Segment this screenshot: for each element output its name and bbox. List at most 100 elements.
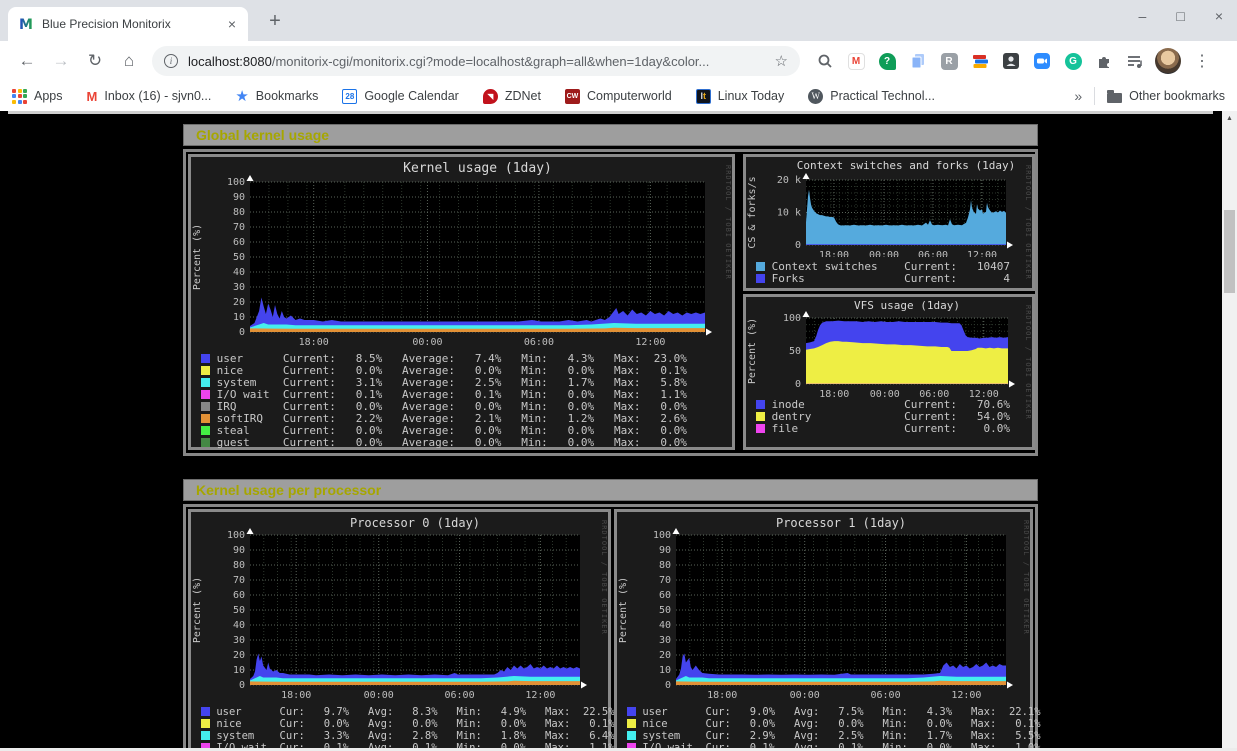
tab-close-icon[interactable]: × bbox=[224, 16, 240, 32]
other-bookmarks-button[interactable]: Other bookmarks bbox=[1107, 89, 1225, 103]
svg-text:06:00: 06:00 bbox=[870, 690, 900, 701]
gmail-extension-icon[interactable]: M bbox=[845, 50, 867, 72]
legend-swatch bbox=[201, 402, 210, 411]
search-icon[interactable] bbox=[814, 50, 836, 72]
bookmark-computerworld[interactable]: CW Computerworld bbox=[565, 89, 672, 104]
zoom-extension-icon[interactable] bbox=[1031, 50, 1053, 72]
tab-title: Blue Precision Monitorix bbox=[42, 17, 224, 31]
svg-text:70: 70 bbox=[233, 222, 245, 233]
url-host: localhost:8080 bbox=[188, 54, 272, 69]
browser-window: M Blue Precision Monitorix × + – □ × ← →… bbox=[0, 0, 1237, 751]
svg-text:80: 80 bbox=[659, 560, 671, 571]
computerworld-icon: CW bbox=[565, 89, 580, 104]
svg-text:60: 60 bbox=[233, 590, 245, 601]
kernel-usage-panel: 010203040506070809010018:0000:0006:0012:… bbox=[188, 154, 735, 450]
playlist-extension-icon[interactable] bbox=[1124, 50, 1146, 72]
svg-text:90: 90 bbox=[659, 545, 671, 556]
grammarly-extension-icon[interactable]: G bbox=[1062, 50, 1084, 72]
svg-text:0: 0 bbox=[795, 240, 801, 251]
bookmark-practical-technology[interactable]: W Practical Technol... bbox=[808, 89, 935, 104]
scrollbar-thumb[interactable] bbox=[1224, 210, 1235, 293]
svg-text:18:00: 18:00 bbox=[299, 337, 329, 348]
active-tab[interactable]: M Blue Precision Monitorix × bbox=[8, 7, 248, 41]
svg-text:100: 100 bbox=[783, 313, 801, 324]
forward-button[interactable]: → bbox=[47, 47, 75, 75]
processor-1-panel: 010203040506070809010018:0000:0006:0012:… bbox=[614, 509, 1033, 751]
url-text[interactable]: localhost:8080/monitorix-cgi/monitorix.c… bbox=[188, 54, 767, 69]
svg-text:100: 100 bbox=[653, 530, 671, 541]
svg-text:12:00: 12:00 bbox=[969, 389, 999, 397]
svg-text:0: 0 bbox=[239, 327, 245, 338]
browser-menu-icon[interactable]: ⋮ bbox=[1190, 51, 1214, 71]
processor-0-panel: 010203040506070809010018:0000:0006:0012:… bbox=[188, 509, 611, 751]
r-app-extension-icon[interactable]: R bbox=[938, 50, 960, 72]
svg-text:00:00: 00:00 bbox=[870, 389, 900, 397]
svg-text:12:00: 12:00 bbox=[951, 690, 981, 701]
kernel-usage-chart[interactable]: 010203040506070809010018:0000:0006:0012:… bbox=[191, 157, 731, 349]
legend-swatch bbox=[756, 262, 765, 271]
svg-text:Percent (%): Percent (%) bbox=[192, 224, 203, 290]
svg-text:100: 100 bbox=[227, 177, 245, 188]
copy-pages-extension-icon[interactable] bbox=[907, 50, 929, 72]
processor-0-legend: user Cur: 9.7% Avg: 8.3% Min: 4.9% Max: … bbox=[201, 706, 615, 751]
divider bbox=[1094, 87, 1095, 105]
bookmark-label: Computerworld bbox=[587, 89, 672, 103]
svg-text:90: 90 bbox=[233, 545, 245, 556]
svg-text:06:00: 06:00 bbox=[524, 337, 554, 348]
legend-swatch bbox=[201, 426, 210, 435]
maximize-button[interactable]: □ bbox=[1176, 8, 1184, 24]
legend-swatch bbox=[756, 274, 765, 283]
profile-avatar[interactable] bbox=[1155, 48, 1181, 74]
svg-text:10: 10 bbox=[659, 665, 671, 676]
scrollbar-up-arrow[interactable]: ▲ bbox=[1222, 111, 1237, 125]
svg-text:CS & forks/s: CS & forks/s bbox=[747, 176, 758, 248]
tab-strip: M Blue Precision Monitorix × + – □ × bbox=[0, 0, 1237, 41]
rrdtool-watermark: RRDTOOL / TOBI OETIKER bbox=[1022, 520, 1030, 635]
svg-text:60: 60 bbox=[659, 590, 671, 601]
bookmark-google-calendar[interactable]: 28 Google Calendar bbox=[342, 89, 459, 104]
bookmark-linux-today[interactable]: lt Linux Today bbox=[696, 89, 785, 104]
minimize-button[interactable]: – bbox=[1139, 8, 1147, 24]
section-title-text: Kernel usage per processor bbox=[196, 482, 381, 498]
bookmark-label: Linux Today bbox=[718, 89, 785, 103]
rrdtool-watermark: RRDTOOL / TOBI OETIKER bbox=[600, 520, 608, 635]
page-scrollbar[interactable]: ▲ bbox=[1222, 111, 1237, 748]
vfs-usage-legend: inode Current: 70.6% dentry Current: 54.… bbox=[756, 399, 1010, 435]
svg-text:12:00: 12:00 bbox=[967, 250, 997, 257]
books-extension-icon[interactable] bbox=[969, 50, 991, 72]
svg-text:VFS usage (1day): VFS usage (1day) bbox=[854, 299, 960, 312]
legend-swatch bbox=[756, 412, 765, 421]
close-button[interactable]: × bbox=[1215, 8, 1223, 24]
help-bubble-extension-icon[interactable]: ? bbox=[876, 50, 898, 72]
address-bar[interactable]: i localhost:8080/monitorix-cgi/monitorix… bbox=[152, 46, 800, 76]
site-info-icon[interactable]: i bbox=[164, 54, 178, 68]
home-button[interactable]: ⌂ bbox=[115, 47, 143, 75]
vfs-usage-chart[interactable]: 05010018:0000:0006:0012:00VFS usage (1da… bbox=[746, 297, 1031, 397]
reload-button[interactable]: ↻ bbox=[81, 47, 109, 75]
new-tab-button[interactable]: + bbox=[262, 8, 288, 34]
context-switches-legend: Context switches Current: 10407 Forks Cu… bbox=[756, 261, 1010, 285]
bookmark-inbox[interactable]: M Inbox (16) - sjvn0... bbox=[87, 89, 212, 104]
bookmark-zdnet[interactable]: ◥ ZDNet bbox=[483, 89, 541, 104]
wordpress-icon: W bbox=[808, 89, 823, 104]
svg-text:70: 70 bbox=[659, 575, 671, 586]
svg-text:20: 20 bbox=[233, 650, 245, 661]
per-processor-section-frame: 010203040506070809010018:0000:0006:0012:… bbox=[183, 504, 1038, 751]
svg-text:12:00: 12:00 bbox=[525, 690, 555, 701]
person-badge-extension-icon[interactable] bbox=[1000, 50, 1022, 72]
bookmarks-overflow-chevron[interactable]: » bbox=[1074, 88, 1082, 104]
bookmarks-right-group: » Other bookmarks bbox=[1074, 87, 1225, 105]
legend-swatch bbox=[756, 424, 765, 433]
context-switches-chart[interactable]: 010 k20 k18:0000:0006:0012:00Context swi… bbox=[746, 157, 1031, 257]
svg-text:10: 10 bbox=[233, 312, 245, 323]
puzzle-extensions-icon[interactable] bbox=[1093, 50, 1115, 72]
svg-text:70: 70 bbox=[233, 575, 245, 586]
back-button[interactable]: ← bbox=[13, 47, 41, 75]
bookmark-star-icon[interactable]: ☆ bbox=[775, 52, 788, 70]
processor-0-chart[interactable]: 010203040506070809010018:0000:0006:0012:… bbox=[191, 512, 606, 702]
url-path: /monitorix-cgi/monitorix.cgi?mode=localh… bbox=[272, 54, 710, 69]
bookmark-apps[interactable]: Apps bbox=[12, 89, 63, 104]
processor-1-chart[interactable]: 010203040506070809010018:0000:0006:0012:… bbox=[617, 512, 1029, 702]
svg-text:40: 40 bbox=[659, 620, 671, 631]
bookmark-bookmarks[interactable]: ★ Bookmarks bbox=[235, 87, 318, 105]
